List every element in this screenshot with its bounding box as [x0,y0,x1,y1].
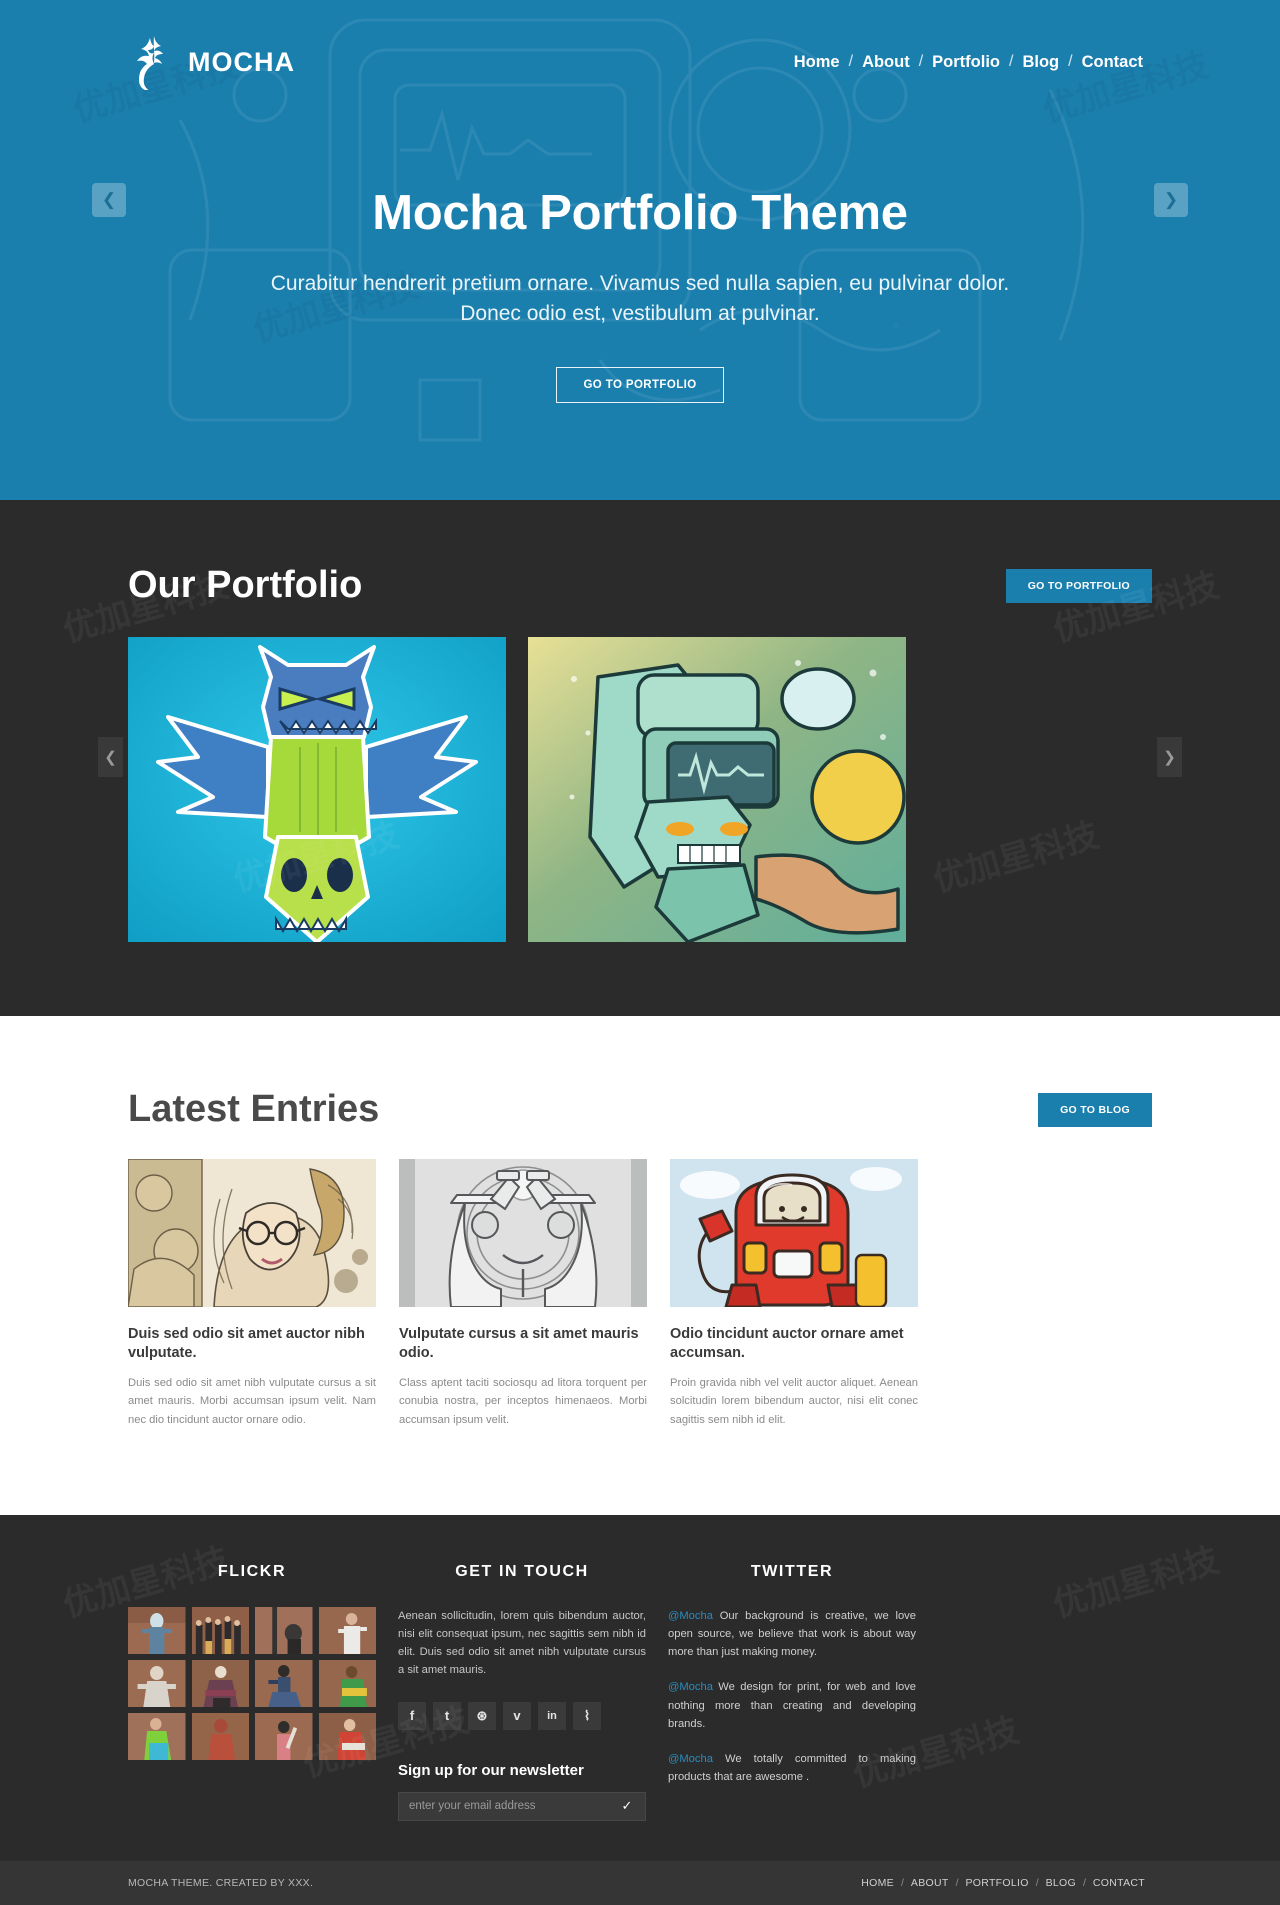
footer-nav-item-about[interactable]: ABOUT [904,1877,956,1889]
woman-illustration-icon [128,1159,376,1307]
flickr-thumb[interactable] [318,1712,376,1760]
blog-thumbnail[interactable] [128,1159,376,1307]
blog-header: Latest Entries GO TO BLOG [128,1088,1152,1131]
newsletter-submit-button[interactable]: ✓ [617,1798,645,1814]
twitter-handle[interactable]: @Mocha [668,1753,713,1765]
hero-title: Mocha Portfolio Theme [372,186,908,240]
portfolio-next-button[interactable]: ❯ [1157,737,1182,777]
hero-cta-wrapper: GO TO PORTFOLIO [128,366,1152,403]
footer-section: 优加星科技 优加星科技 优加星科技 优加星科技 FLICKR GET IN TO… [0,1514,1280,1861]
newsletter-form: ✓ [398,1791,646,1821]
blog-entry-text: Proin gravida nibh vel velit auctor aliq… [670,1377,918,1426]
footer-contact-column: GET IN TOUCH Aenean sollicitudin, lorem … [398,1563,646,1821]
flickr-thumb[interactable] [255,1606,313,1654]
copyright-text: MOCHA THEME. CREATED BY XXX. [128,1876,314,1889]
linkedin-icon[interactable]: in [538,1701,566,1730]
nav-item-portfolio[interactable]: Portfolio [923,53,1009,72]
tweet-item: @Mocha We totally committed to making pr… [668,1750,916,1787]
newsletter-email-input[interactable] [399,1800,617,1813]
tweet-item: @Mocha We design for print, for web and … [668,1678,916,1733]
astronaut-robot-illustration-icon [670,1159,918,1307]
blog-entry[interactable]: Odio tincidunt auctor ornare amet accums… [670,1159,918,1429]
portfolio-prev-button[interactable]: ❮ [98,737,123,777]
blog-list: Duis sed odio sit amet auctor nibh vulpu… [128,1159,1152,1429]
blog-entry-title: Duis sed odio sit amet auctor nibh vulpu… [128,1326,365,1362]
portfolio-item[interactable] [528,637,906,942]
blog-entry-text: Class aptent taciti sociosqu ad litora t… [399,1377,647,1426]
flickr-thumb[interactable] [191,1659,249,1707]
blog-entry[interactable]: Duis sed odio sit amet auctor nibh vulpu… [128,1159,376,1429]
footer-flickr-column: FLICKR [128,1563,376,1821]
duel-crest-illustration-icon [399,1159,647,1307]
flickr-thumb[interactable] [128,1606,186,1654]
get-in-touch-heading: GET IN TOUCH [455,1562,589,1580]
header-bar: MOCHA Home / About / Portfolio / Blog / … [128,0,1152,90]
footer-twitter-column: TWITTER @Mocha Our background is creativ… [668,1563,916,1821]
portfolio-carousel [128,637,1152,942]
dribbble-icon[interactable]: ⊛ [468,1701,496,1730]
nav-item-blog[interactable]: Blog [1013,53,1068,72]
flickr-thumb[interactable] [191,1712,249,1760]
nav-item-home[interactable]: Home [785,53,849,72]
brand-name: MOCHA [188,46,295,77]
hero-next-slide-button[interactable]: ❯ [1154,183,1188,218]
blog-entry-title: Odio tincidunt auctor ornare amet accums… [670,1326,904,1362]
tweet-item: @Mocha Our background is creative, we lo… [668,1607,916,1662]
hero-go-to-portfolio-button[interactable]: GO TO PORTFOLIO [556,366,724,403]
get-in-touch-text: Aenean sollicitudin, lorem quis bibendum… [398,1609,646,1677]
main-nav: Home / About / Portfolio / Blog / Contac… [785,53,1152,72]
latest-entries-section: 优加星科技 优加星科技 优加星科技 Latest Entries GO TO B… [0,46,1280,1515]
footer-nav-item-home[interactable]: HOME [854,1877,901,1889]
flickr-thumb[interactable] [191,1606,249,1654]
hero-prev-slide-button[interactable]: ❮ [92,183,126,218]
flickr-thumbnail-grid [128,1606,376,1760]
flickr-thumb[interactable] [128,1712,186,1760]
blog-entry[interactable]: Vulputate cursus a sit amet mauris odio.… [399,1159,647,1429]
flickr-thumb[interactable] [318,1606,376,1654]
twitter-heading: TWITTER [750,1562,834,1580]
portfolio-header: Our Portfolio GO TO PORTFOLIO [128,564,1152,607]
monster-totem-artwork [128,637,506,942]
flickr-thumb[interactable] [255,1659,313,1707]
blog-entry-title: Vulputate cursus a sit amet mauris odio. [399,1326,639,1362]
tumblr-icon[interactable]: t [433,1701,461,1730]
footer-nav: HOME / ABOUT / PORTFOLIO / BLOG / CONTAC… [854,1877,1152,1889]
footer-nav-item-contact[interactable]: CONTACT [1086,1877,1152,1889]
nav-item-about[interactable]: About [853,53,919,72]
portfolio-title: Our Portfolio [128,564,363,606]
hero-subtitle: Curabitur hendrerit pretium ornare. Viva… [270,272,1010,325]
flickr-thumb[interactable] [318,1659,376,1707]
hero-section: MOCHA Home / About / Portfolio / Blog / … [0,0,1280,500]
flickr-thumb[interactable] [255,1712,313,1760]
go-to-blog-button[interactable]: GO TO BLOG [1038,1092,1152,1127]
footer-nav-item-portfolio[interactable]: PORTFOLIO [959,1877,1036,1889]
twitter-handle[interactable]: @Mocha [668,1681,713,1693]
flickr-thumb[interactable] [128,1659,186,1707]
blog-title: Latest Entries [128,1088,380,1130]
flickr-heading: FLICKR [217,1562,287,1580]
facebook-icon[interactable]: f [398,1701,426,1730]
social-links: f t ⊛ v in ⌇ [398,1701,646,1730]
blog-thumbnail[interactable] [399,1159,647,1307]
footer-bottom-bar: MOCHA THEME. CREATED BY XXX. HOME / ABOU… [0,1860,1280,1905]
robot-graffiti-artwork [528,637,906,942]
portfolio-section: 优加星科技 优加星科技 优加星科技 优加星科技 Our Portfolio GO… [0,500,1280,1016]
nav-item-contact[interactable]: Contact [1073,53,1152,72]
blog-thumbnail[interactable] [670,1159,918,1307]
portfolio-go-to-portfolio-button[interactable]: GO TO PORTFOLIO [1005,568,1152,603]
portfolio-item[interactable] [128,637,506,942]
rss-icon[interactable]: ⌇ [573,1701,601,1730]
footer-nav-item-blog[interactable]: BLOG [1039,1877,1083,1889]
twitter-handle[interactable]: @Mocha [668,1610,713,1622]
deer-antler-logo-icon [137,36,163,90]
brand-logo[interactable]: MOCHA [128,34,295,90]
blog-entry-text: Duis sed odio sit amet nibh vulputate cu… [128,1377,376,1426]
newsletter-title: Sign up for our newsletter [398,1761,584,1779]
vimeo-icon[interactable]: v [503,1701,531,1730]
